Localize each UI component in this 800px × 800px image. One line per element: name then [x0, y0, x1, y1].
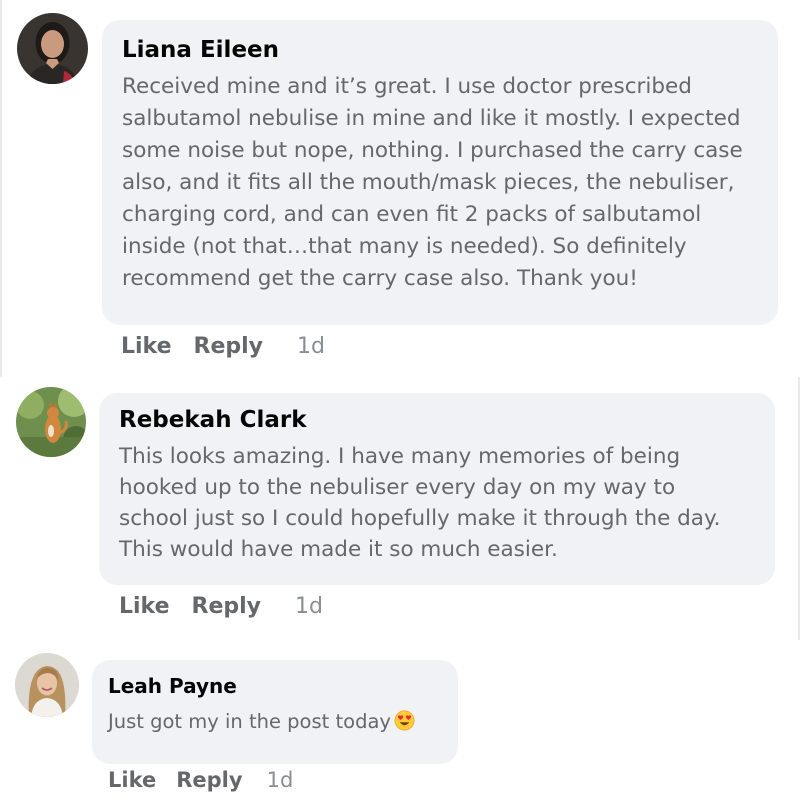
comment-actions: Like Reply 1d — [121, 334, 325, 359]
comment-item: Leah Payne Just got my in the post today — [0, 640, 800, 800]
comment-timestamp[interactable]: 1d — [267, 768, 294, 792]
comment-text-line: also, and it fits all the mouth/mask pie… — [122, 170, 735, 195]
avatar[interactable] — [15, 653, 79, 717]
comment-actions: Like Reply 1d — [119, 594, 323, 619]
thread-divider — [0, 0, 2, 377]
reply-button[interactable]: Reply — [194, 334, 264, 359]
comment-item: Liana Eileen Received mine and it’s grea… — [0, 0, 800, 377]
avatar[interactable] — [16, 387, 86, 457]
reply-button[interactable]: Reply — [192, 594, 262, 619]
comments-thread: Liana Eileen Received mine and it’s grea… — [0, 0, 800, 800]
heart-eyes-emoji-icon — [394, 710, 415, 731]
comment-item: Rebekah Clark This looks amazing. I have… — [0, 377, 800, 640]
comment-text-line: This would have made it so much easier. — [119, 537, 558, 562]
like-button[interactable]: Like — [108, 768, 156, 792]
comment-text-line: school just so I could hopefully make it… — [119, 506, 721, 531]
comment-text-line: Received mine and it’s great. I use doct… — [122, 74, 692, 99]
like-button[interactable]: Like — [119, 594, 170, 619]
comment-author[interactable]: Rebekah Clark — [119, 406, 775, 434]
comment-text: Just got my in the post today — [108, 708, 458, 736]
comment-text-line: This looks amazing. I have many memories… — [119, 444, 681, 469]
comment-timestamp[interactable]: 1d — [295, 594, 323, 619]
comment-text-line: salbutamol nebulise in mine and like it … — [122, 106, 741, 131]
avatar[interactable] — [17, 13, 88, 84]
comment-bubble: Liana Eileen Received mine and it’s grea… — [102, 20, 778, 325]
comment-author[interactable]: Liana Eileen — [122, 36, 778, 64]
comment-text-line: some noise but nope, nothing. I purchase… — [122, 138, 743, 163]
comment-author[interactable]: Leah Payne — [108, 673, 458, 699]
comment-timestamp[interactable]: 1d — [297, 334, 325, 359]
like-button[interactable]: Like — [121, 334, 172, 359]
comment-text-line: charging cord, and can even fit 2 packs … — [122, 202, 702, 227]
comment-text-span: Just got my in the post today — [108, 710, 391, 733]
comment-bubble: Leah Payne Just got my in the post today — [92, 660, 458, 764]
comment-text: This looks amazing. I have many memories… — [119, 441, 775, 565]
comment-text: Received mine and it’s great. I use doct… — [122, 71, 778, 295]
comment-actions: Like Reply 1d — [108, 768, 293, 792]
comment-text-line: recommend get the carry case also. Thank… — [122, 266, 638, 291]
comment-text-line: Just got my in the post today — [108, 708, 458, 736]
comment-text-line: hooked up to the nebuliser every day on … — [119, 475, 676, 500]
comment-bubble: Rebekah Clark This looks amazing. I have… — [99, 393, 775, 585]
reply-button[interactable]: Reply — [176, 768, 242, 792]
comment-text-line: inside (not that…that many is needed). S… — [122, 234, 687, 259]
